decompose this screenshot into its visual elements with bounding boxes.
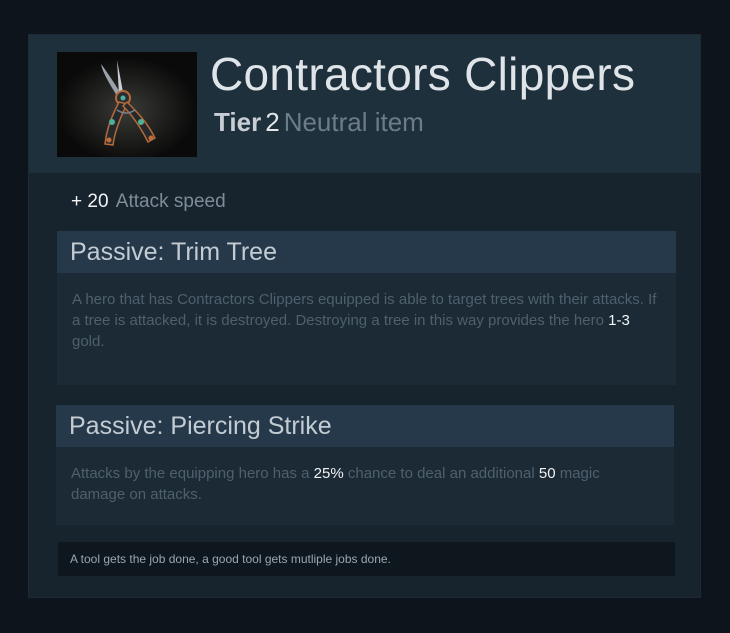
ability-trim-tree: Passive: Trim Tree A hero that has Contr… [57,231,676,385]
ability-value: 1-3 [608,312,630,329]
ability-text: chance to deal an additional [343,465,539,482]
pruning-shears-icon [57,52,197,157]
ability-value: 50 [538,465,556,482]
lore-text: A tool gets the job done, a good tool ge… [58,542,675,576]
ability-piercing-strike: Passive: Piercing Strike Attacks by the … [56,405,674,525]
ability-description: A hero that has Contractors Clippers equ… [72,289,658,352]
item-type: Neutral item [283,107,424,137]
stat-value: + 20 [71,191,109,212]
tier-label: Tier [214,107,262,137]
ability-title: Passive: Trim Tree [57,231,676,273]
ability-title: Passive: Piercing Strike [56,405,674,447]
ability-text: Attacks by the equipping hero has a [71,465,314,482]
tooltip-header: Contractors Clippers Tier 2 Neutral item [29,35,700,173]
tier-number: 2 [265,107,280,137]
ability-value: 25% [313,465,344,482]
stat-line: + 20 Attack speed [71,191,226,213]
stat-name: Attack speed [115,191,226,212]
ability-text: gold. [72,333,105,350]
item-name: Contractors Clippers [210,48,636,100]
item-tier-line: Tier 2 Neutral item [214,107,424,138]
ability-description: Attacks by the equipping hero has a 25% … [71,463,656,505]
item-tooltip: Contractors Clippers Tier 2 Neutral item +… [29,35,700,597]
ability-text: A hero that has Contractors Clippers equ… [72,291,657,329]
